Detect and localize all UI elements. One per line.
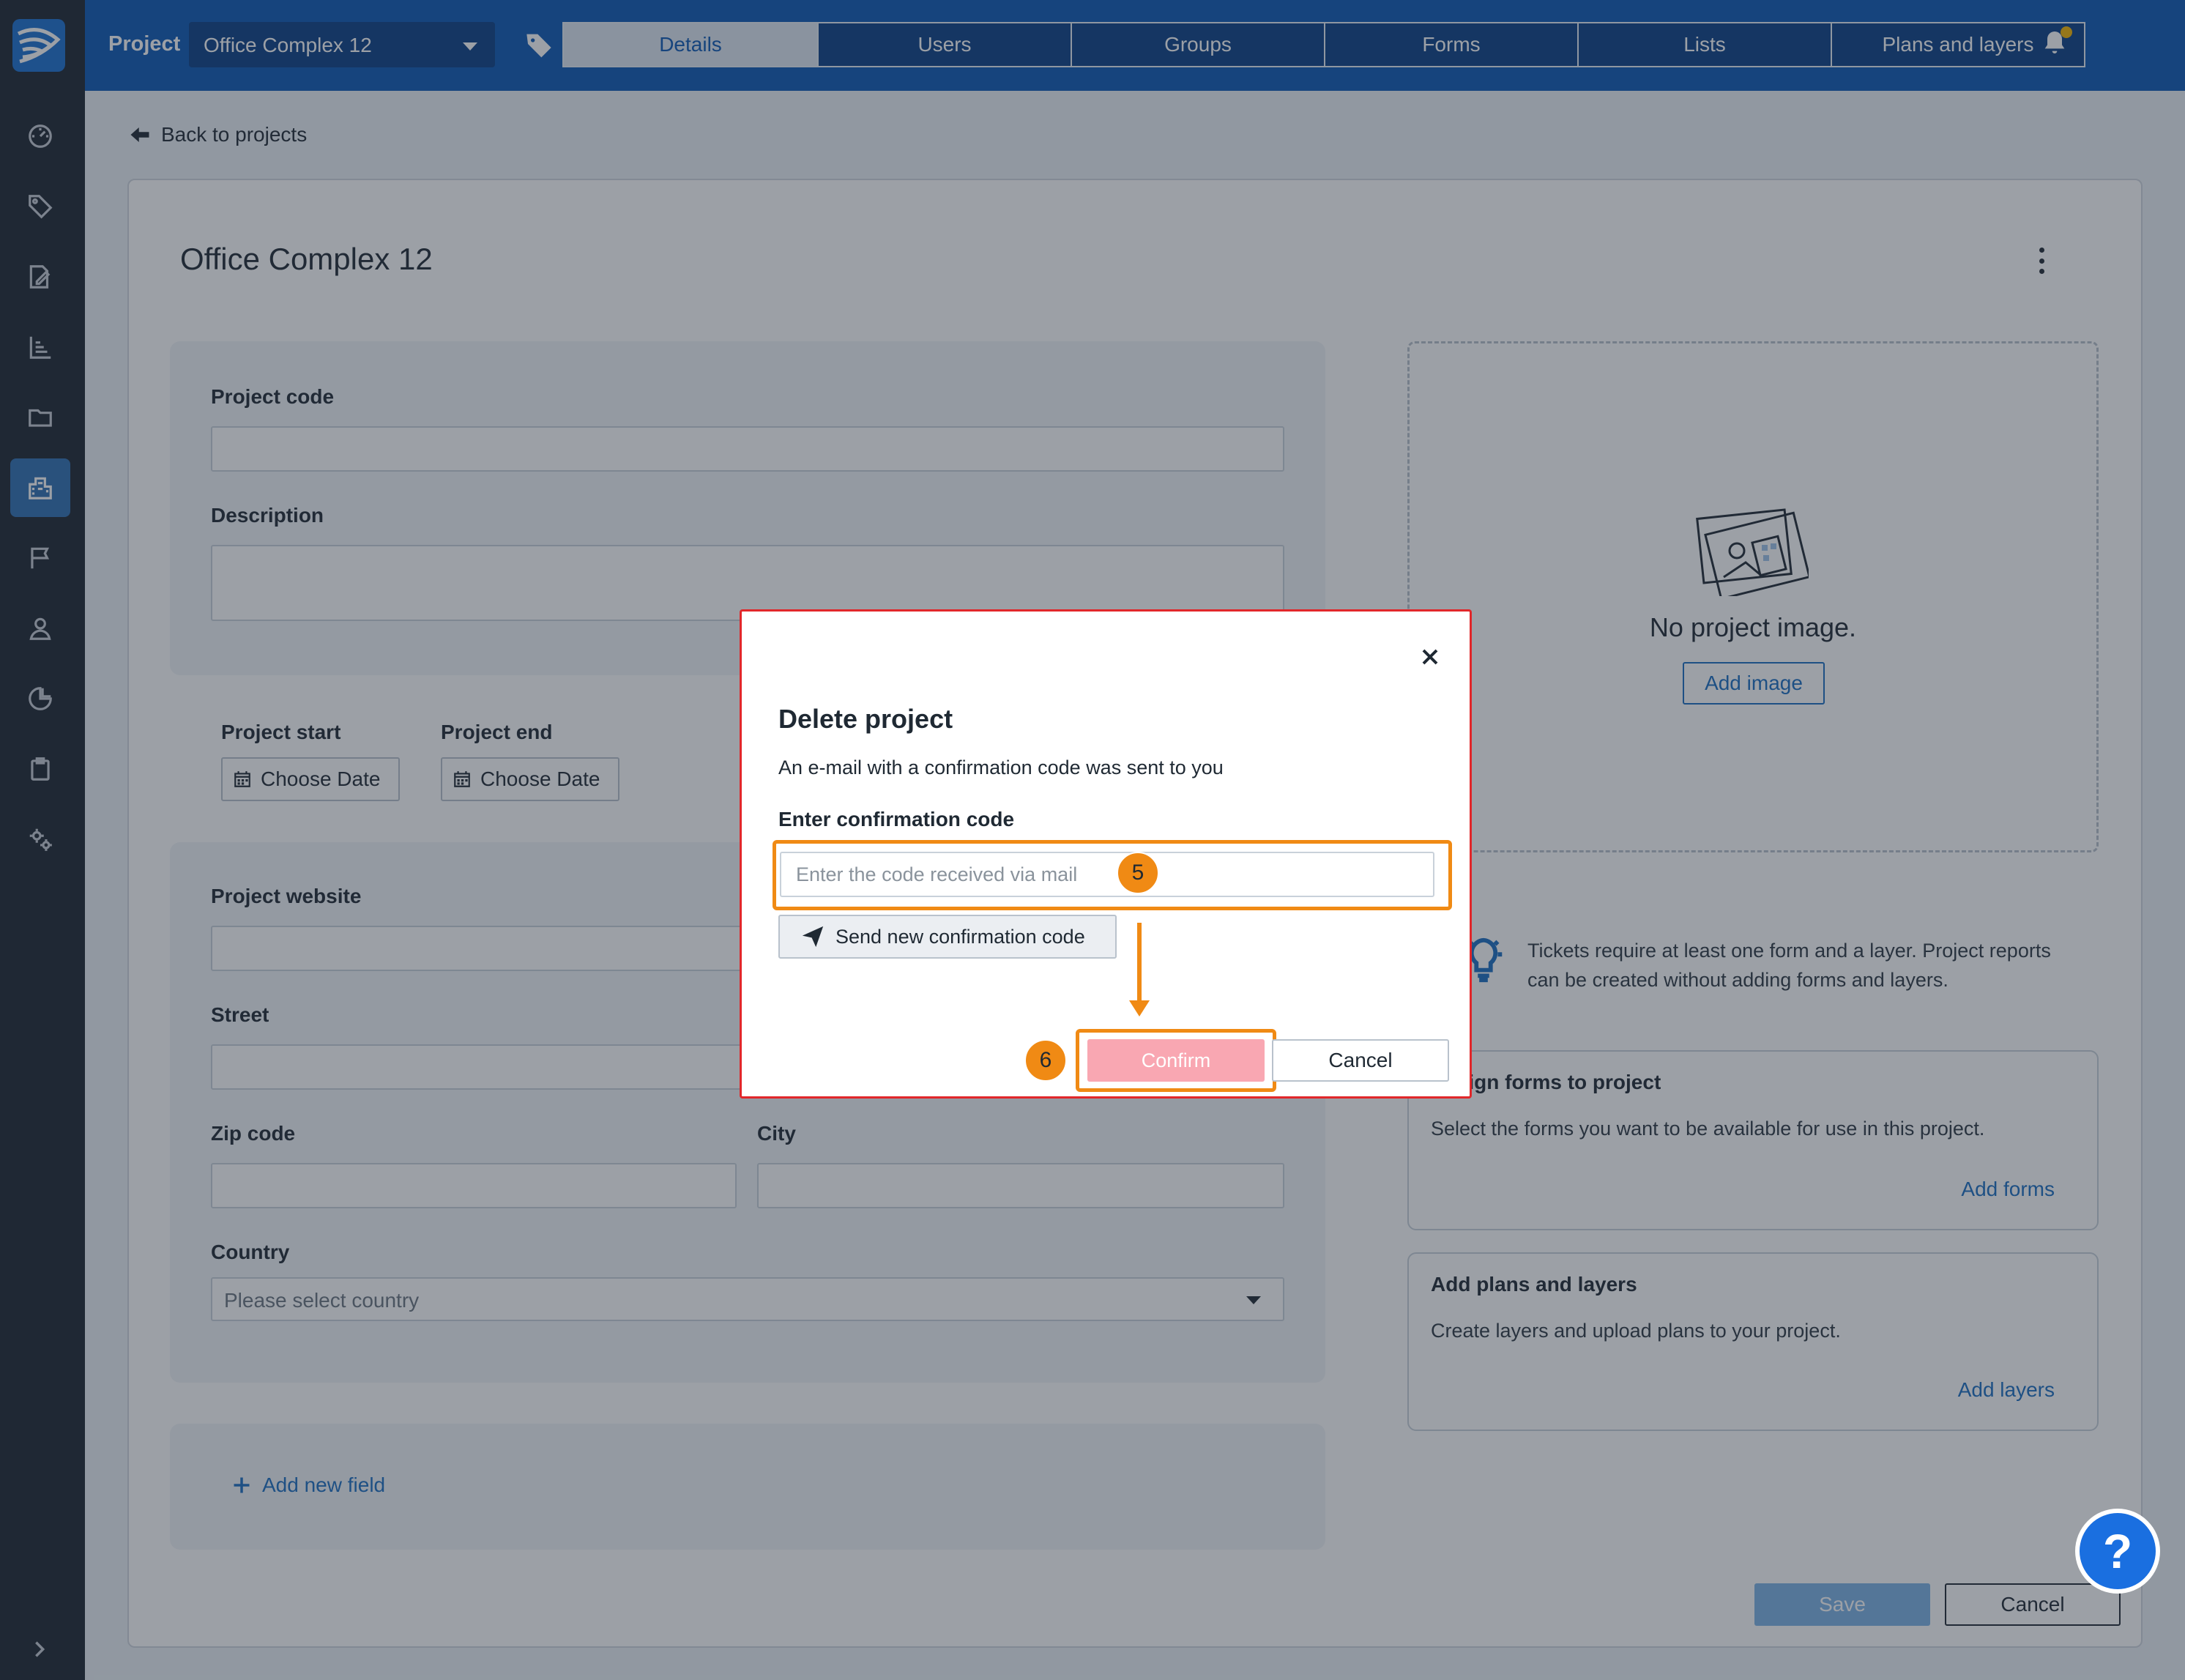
close-icon[interactable] [1415,642,1445,672]
arrow-down-icon [1129,1000,1150,1016]
step-badge-5: 5 [1117,852,1159,894]
step-highlight-confirm [1076,1029,1276,1092]
dialog-cancel-button[interactable]: Cancel [1272,1039,1449,1082]
step-highlight-input [773,840,1452,910]
paper-plane-icon [802,926,824,948]
send-new-code-label: Send new confirmation code [835,925,1085,948]
send-new-code-button[interactable]: Send new confirmation code [778,915,1117,959]
delete-project-dialog: Delete project An e-mail with a confirma… [740,609,1472,1099]
confirmation-code-label: Enter confirmation code [778,808,1015,830]
step-badge-6: 6 [1024,1039,1067,1082]
help-button[interactable]: ? [2080,1513,2156,1589]
dialog-title: Delete project [778,704,953,734]
dialog-message: An e-mail with a confirmation code was s… [778,757,1224,778]
step-arrow-line [1137,923,1142,1003]
